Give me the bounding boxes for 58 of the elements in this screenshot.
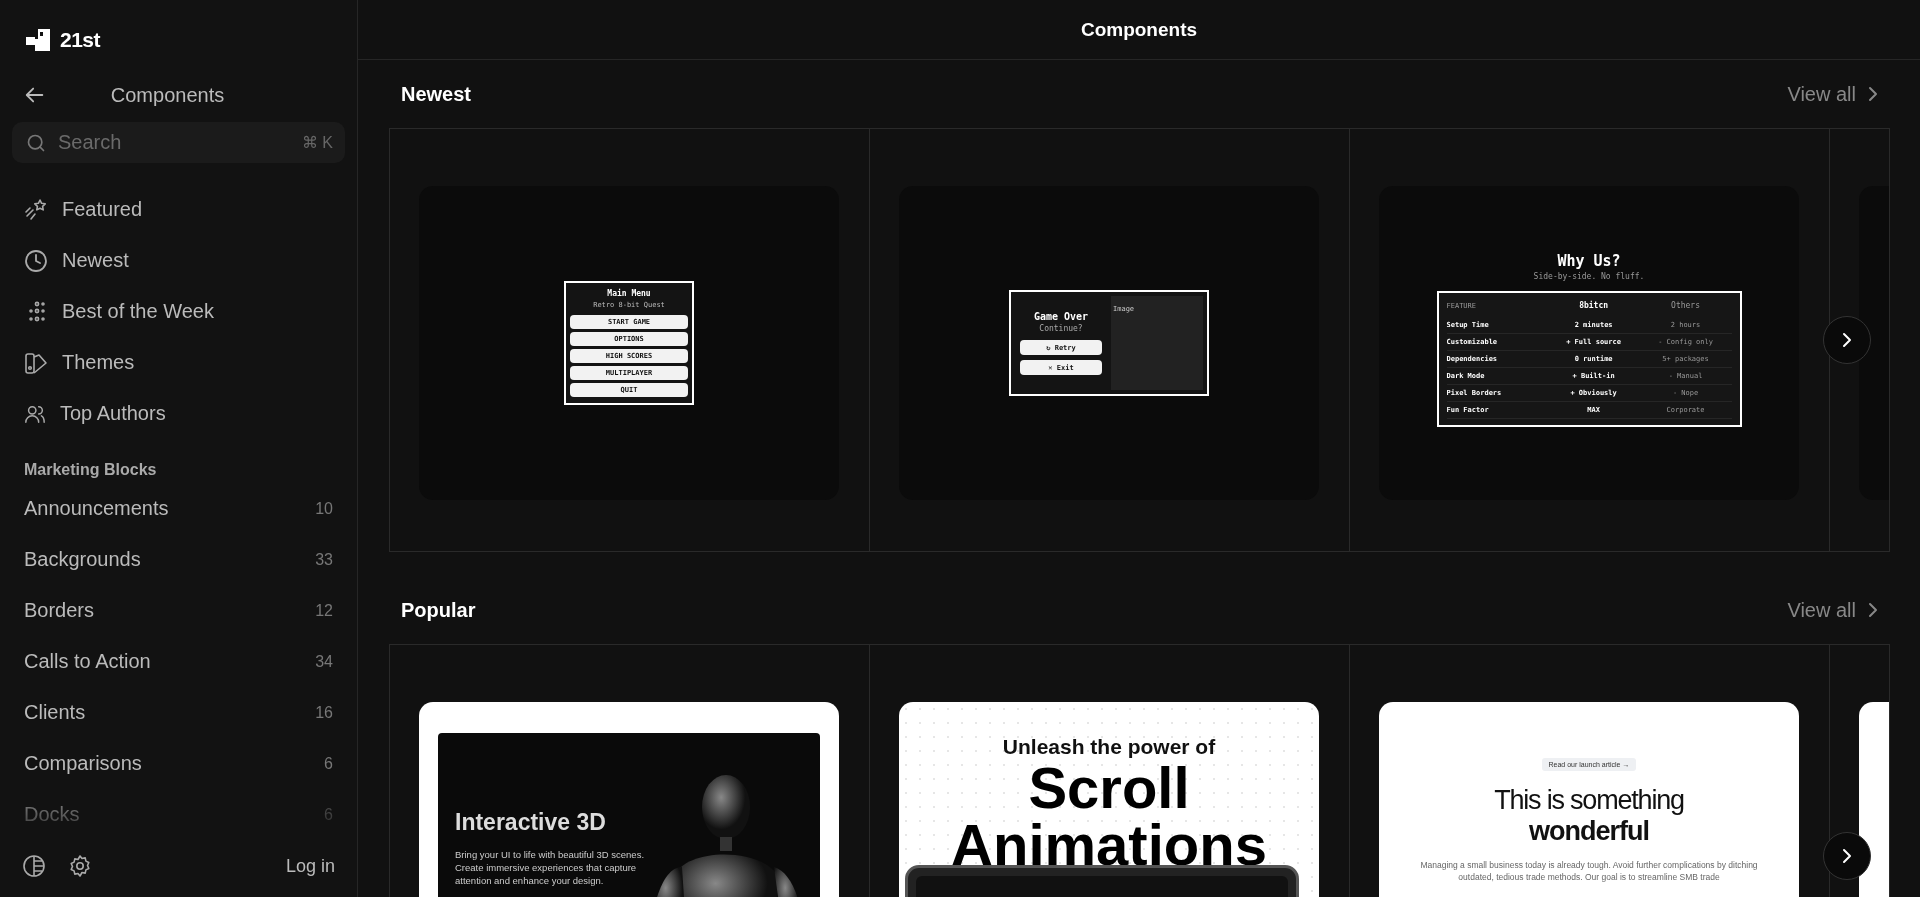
count-label: 12	[315, 601, 333, 620]
group-heading: Marketing Blocks	[23, 460, 158, 480]
menu-title: Main Menu	[607, 289, 651, 298]
section-title: Newest	[401, 82, 472, 106]
headline-text: Animations	[951, 816, 1267, 873]
chevron-right-icon	[1842, 332, 1852, 348]
settings-button[interactable]	[68, 854, 92, 878]
category-item[interactable]: Borders 12	[12, 585, 345, 636]
landing-paragraph: Managing a small business today is already tough. Avoid further complications by ditching outdated, tedious trade methods. Our goal is to streamline SMB trade	[1419, 859, 1759, 883]
next-button[interactable]	[1823, 832, 1871, 880]
login-link[interactable]: Log in	[285, 855, 335, 877]
category-item[interactable]: Clients 16	[12, 687, 345, 738]
hero-description: Bring your UI to life with beautiful 3D scenes. Create immersive experiences that capture attention and enhance your design.	[455, 848, 646, 887]
swatch-icon	[24, 350, 48, 375]
sidebar-title: Components	[109, 83, 226, 107]
page-title: Components	[1080, 18, 1198, 41]
search-icon	[26, 132, 46, 153]
chevron-right-icon	[1842, 848, 1852, 864]
view-all-link[interactable]: View all	[1787, 598, 1878, 622]
component-preview[interactable]: Interactive 3D Bring your UI to life with beautiful 3D scenes. Create immersive experiences that capture attention and enhance your design.	[419, 702, 839, 897]
count-label: 16	[315, 703, 333, 722]
section-title: Popular	[401, 598, 476, 622]
hero-title: Interactive 3D	[455, 809, 607, 836]
count-label: 34	[315, 652, 333, 671]
dialog-title: Game Over	[1033, 311, 1089, 322]
category-item[interactable]: Comparisons 6	[12, 738, 345, 789]
nav-item[interactable]: Top Authors	[12, 388, 345, 439]
dialog-subtitle: Continue?	[1039, 324, 1083, 333]
logo-text: 21st	[60, 28, 101, 52]
shooting-star-icon	[24, 197, 48, 222]
kicker-text: Unleash the power of	[1002, 735, 1216, 759]
count-label: 6	[324, 754, 333, 773]
landing-title-bold: wonderful	[1529, 816, 1649, 847]
category-item[interactable]: Announcements 10	[12, 483, 345, 534]
chevron-right-icon	[1868, 602, 1878, 618]
nav-item[interactable]: Featured	[12, 184, 345, 235]
column-header: 8bitcn	[1578, 299, 1610, 312]
theme-toggle[interactable]	[22, 854, 46, 878]
count-label: 10	[315, 499, 333, 518]
shortcut-hint: ⌘ K	[301, 133, 333, 152]
nav-item[interactable]: Best of the Week	[12, 286, 345, 337]
comparison-subtitle: Side-by-side. No fluff.	[1533, 271, 1645, 281]
search-input[interactable]: Search	[56, 130, 292, 155]
chevron-right-icon	[1868, 86, 1878, 102]
category-item[interactable]: Calls to Action 34	[12, 636, 345, 687]
logo-icon	[26, 29, 50, 51]
count-label: 33	[315, 550, 333, 569]
component-preview[interactable]: Unleash the power of Scroll Animations	[899, 702, 1319, 897]
headline-text: Scroll	[1028, 759, 1190, 816]
nav-item[interactable]: Themes	[12, 337, 345, 388]
component-preview[interactable]	[1379, 186, 1799, 500]
column-header: Others	[1670, 299, 1701, 312]
landing-title: This is something	[1494, 785, 1684, 816]
view-all-link[interactable]: View all	[1787, 82, 1878, 106]
clock-icon	[24, 248, 48, 273]
nav-item[interactable]: Newest	[12, 235, 345, 286]
category-item[interactable]: Backgrounds 33	[12, 534, 345, 585]
comparison-title: Why Us?	[1557, 251, 1621, 270]
